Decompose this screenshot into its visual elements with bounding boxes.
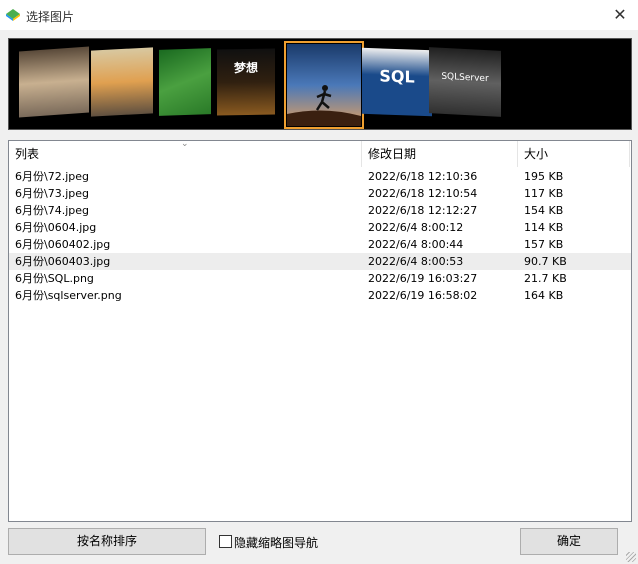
thumbnail-strip: 梦想 SQL SQLServer — [8, 38, 632, 130]
cell-date: 2022/6/4 8:00:44 — [368, 238, 464, 251]
column-label-size: 大小 — [524, 147, 549, 161]
resize-grip-icon[interactable] — [626, 552, 636, 562]
window-title: 选择图片 — [26, 10, 75, 24]
thumbnail-5-selected[interactable] — [284, 41, 364, 129]
thumbnail-1[interactable] — [19, 46, 89, 118]
cell-name: 6月份\73.jpeg — [15, 187, 89, 200]
hide-thumbnail-label[interactable]: 隐藏缩略图导航 — [234, 534, 318, 551]
cell-name: 6月份\SQL.png — [15, 272, 94, 285]
cell-size: 195 KB — [524, 170, 564, 183]
table-row[interactable]: 6月份\SQL.png 2022/6/19 16:03:27 21.7 KB — [9, 270, 631, 287]
cell-name: 6月份\060403.jpg — [15, 255, 111, 268]
list-rows: 6月份\72.jpeg 2022/6/18 12:10:36 195 KB 6月份\… — [9, 168, 631, 304]
thumbnail-7[interactable]: SQLServer — [429, 47, 501, 117]
thumbnail-2[interactable] — [91, 47, 153, 117]
list-header: 列表 ⌄ 修改日期 大小 — [9, 139, 631, 167]
thumbnail-6[interactable]: SQL — [362, 47, 432, 117]
cell-date: 2022/6/18 12:12:27 — [368, 204, 478, 217]
cell-name: 6月份\sqlserver.png — [15, 289, 122, 302]
thumbnail-6-text: SQL — [379, 66, 415, 87]
thumbnail-7-text: SQLServer — [441, 71, 489, 85]
cell-size: 114 KB — [524, 221, 564, 234]
table-row-highlighted[interactable]: 6月份\060403.jpg 2022/6/4 8:00:53 90.7 KB — [9, 253, 631, 270]
column-label-modified-date: 修改日期 — [368, 147, 417, 161]
cell-date: 2022/6/4 8:00:12 — [368, 221, 464, 234]
cell-size: 157 KB — [524, 238, 564, 251]
sort-by-name-button[interactable]: 按名称排序 — [8, 528, 206, 555]
cell-name: 6月份\72.jpeg — [15, 170, 89, 183]
runner-silhouette-icon — [287, 85, 361, 126]
table-row[interactable]: 6月份\0604.jpg 2022/6/4 8:00:12 114 KB — [9, 219, 631, 236]
cell-date: 2022/6/19 16:03:27 — [368, 272, 478, 285]
cell-name: 6月份\0604.jpg — [15, 221, 97, 234]
cell-name: 6月份\060402.jpg — [15, 238, 111, 251]
cell-size: 154 KB — [524, 204, 564, 217]
title-bar: 选择图片 ✕ — [0, 0, 638, 30]
table-row[interactable]: 6月份\sqlserver.png 2022/6/19 16:58:02 164 K… — [9, 287, 631, 304]
close-icon[interactable]: ✕ — [610, 5, 630, 25]
cell-size: 164 KB — [524, 289, 564, 302]
sort-chevron-icon: ⌄ — [181, 139, 189, 149]
app-icon — [6, 9, 20, 21]
column-header-size[interactable]: 大小 — [518, 141, 630, 167]
cell-date: 2022/6/19 16:58:02 — [368, 289, 478, 302]
column-label-list: 列表 — [15, 147, 40, 161]
cell-size: 117 KB — [524, 187, 564, 200]
thumbnail-4[interactable]: 梦想 — [217, 48, 275, 116]
table-row[interactable]: 6月份\72.jpeg 2022/6/18 12:10:36 195 KB — [9, 168, 631, 185]
cell-date: 2022/6/18 12:10:36 — [368, 170, 478, 183]
hide-thumbnail-checkbox[interactable] — [219, 535, 232, 548]
thumbnail-3[interactable] — [159, 48, 211, 116]
cell-name: 6月份\74.jpeg — [15, 204, 89, 217]
cell-size: 21.7 KB — [524, 272, 567, 285]
table-row[interactable]: 6月份\73.jpeg 2022/6/18 12:10:54 117 KB — [9, 185, 631, 202]
table-row[interactable]: 6月份\060402.jpg 2022/6/4 8:00:44 157 KB — [9, 236, 631, 253]
ok-button[interactable]: 确定 — [520, 528, 618, 555]
cell-date: 2022/6/18 12:10:54 — [368, 187, 478, 200]
cell-size: 90.7 KB — [524, 255, 567, 268]
table-row[interactable]: 6月份\74.jpeg 2022/6/18 12:12:27 154 KB — [9, 202, 631, 219]
thumbnail-4-text: 梦想 — [233, 60, 258, 76]
file-list: 列表 ⌄ 修改日期 大小 6月份\72.jpeg 2022/6/18 12:10:… — [8, 139, 632, 522]
column-header-modified-date[interactable]: 修改日期 — [362, 141, 518, 167]
cell-date: 2022/6/4 8:00:53 — [368, 255, 464, 268]
